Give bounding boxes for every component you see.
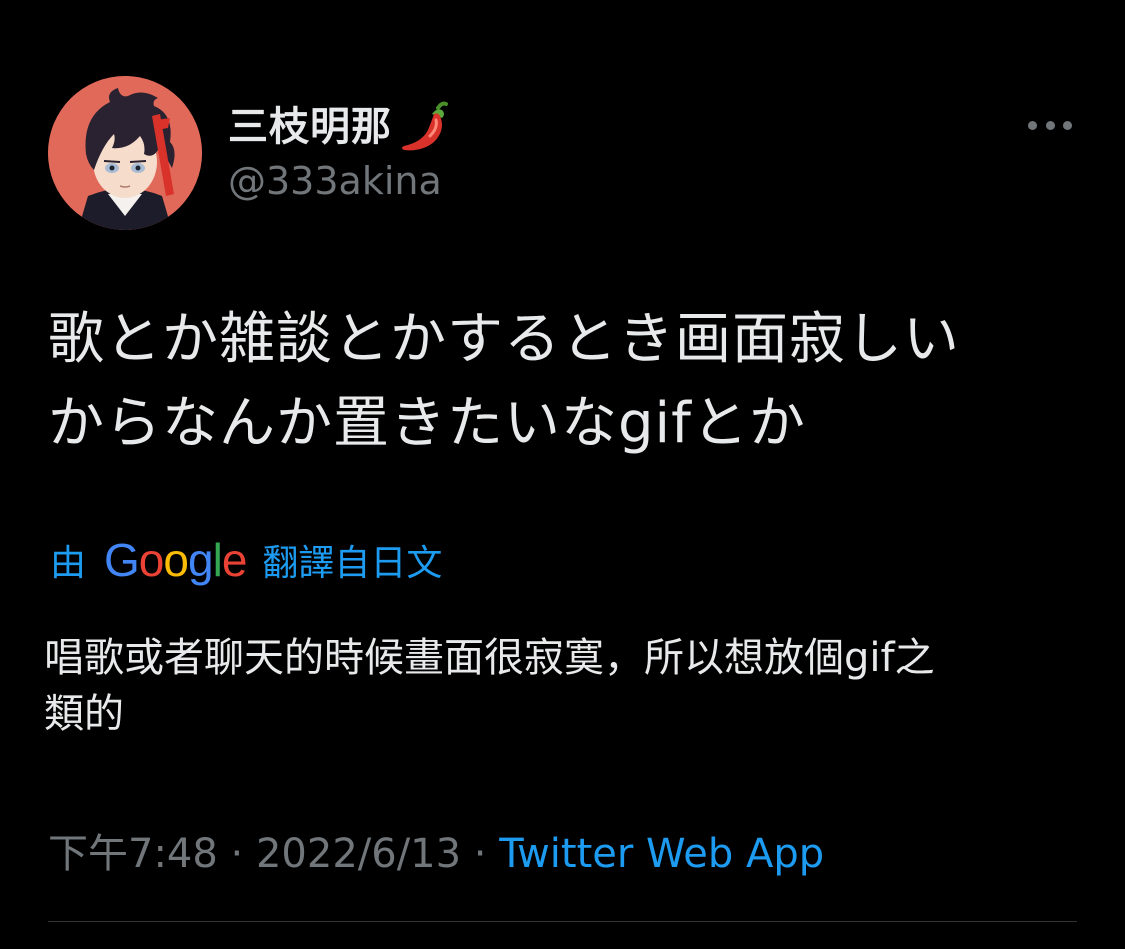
avatar-image xyxy=(48,76,202,230)
tweet-body-line: からなんか置きたいなgifとか xyxy=(48,391,806,456)
tweet-source-link[interactable]: Twitter Web App xyxy=(499,831,824,877)
tweet-metadata: 下午7:48 · 2022/6/13 · Twitter Web App xyxy=(48,826,824,882)
more-horizontal-icon xyxy=(1028,120,1037,130)
translated-tweet-body: 唱歌或者聊天的時候畫面很寂寞，所以想放個gif之 類的 xyxy=(44,630,1084,742)
translation-attribution[interactable]: 由 Google 翻譯自日文 xyxy=(50,532,442,588)
user-name-row[interactable]: 三枝明那 xyxy=(228,100,452,154)
meta-separator: · xyxy=(217,831,256,877)
translated-line: 唱歌或者聊天的時候畫面很寂寞，所以想放個gif之 xyxy=(44,635,935,681)
meta-separator: · xyxy=(461,831,500,877)
user-handle[interactable]: @333akina xyxy=(228,156,442,206)
tweet-detail: 三枝明那 @333akina 歌とか雑談とかするとき画面寂しい からなんか置きた… xyxy=(0,0,1125,949)
tweet-time[interactable]: 下午7:48 xyxy=(48,831,218,877)
translation-prefix: 由 xyxy=(50,543,87,584)
more-horizontal-icon-dot xyxy=(1063,120,1072,130)
avatar[interactable] xyxy=(48,76,202,230)
translated-line: 類的 xyxy=(44,691,124,737)
more-horizontal-icon-dot xyxy=(1045,120,1055,130)
more-options-button[interactable] xyxy=(1024,108,1076,142)
user-display-name[interactable]: 三枝明那 xyxy=(228,100,392,154)
google-logo: Google xyxy=(104,534,247,586)
tweet-date[interactable]: 2022/6/13 xyxy=(256,831,461,877)
hot-pepper-icon xyxy=(396,100,452,154)
tweet-body: 歌とか雑談とかするとき画面寂しい からなんか置きたいなgifとか xyxy=(48,298,1088,466)
tweet-body-line: 歌とか雑談とかするとき画面寂しい xyxy=(48,307,960,372)
divider xyxy=(48,921,1077,922)
translation-source-language: 翻譯自日文 xyxy=(262,543,443,584)
